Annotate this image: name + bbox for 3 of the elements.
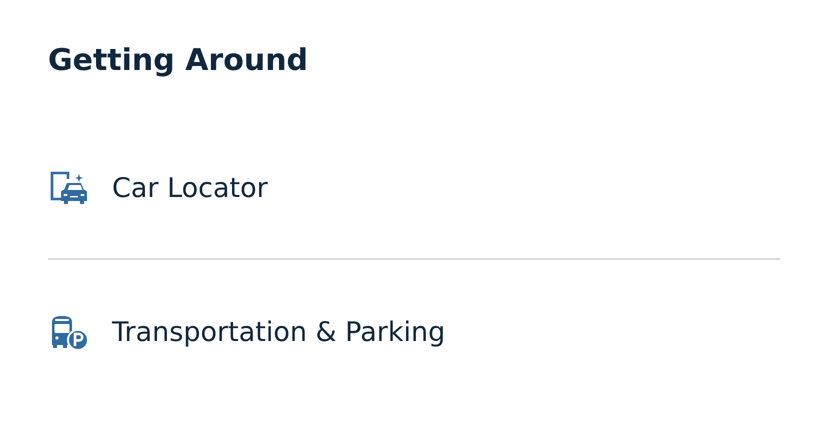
menu-item[interactable]: Transportation & Parking — [112, 316, 446, 348]
section-title: Getting Around — [48, 42, 310, 80]
menu-item[interactable]: Car Locator — [112, 172, 268, 204]
